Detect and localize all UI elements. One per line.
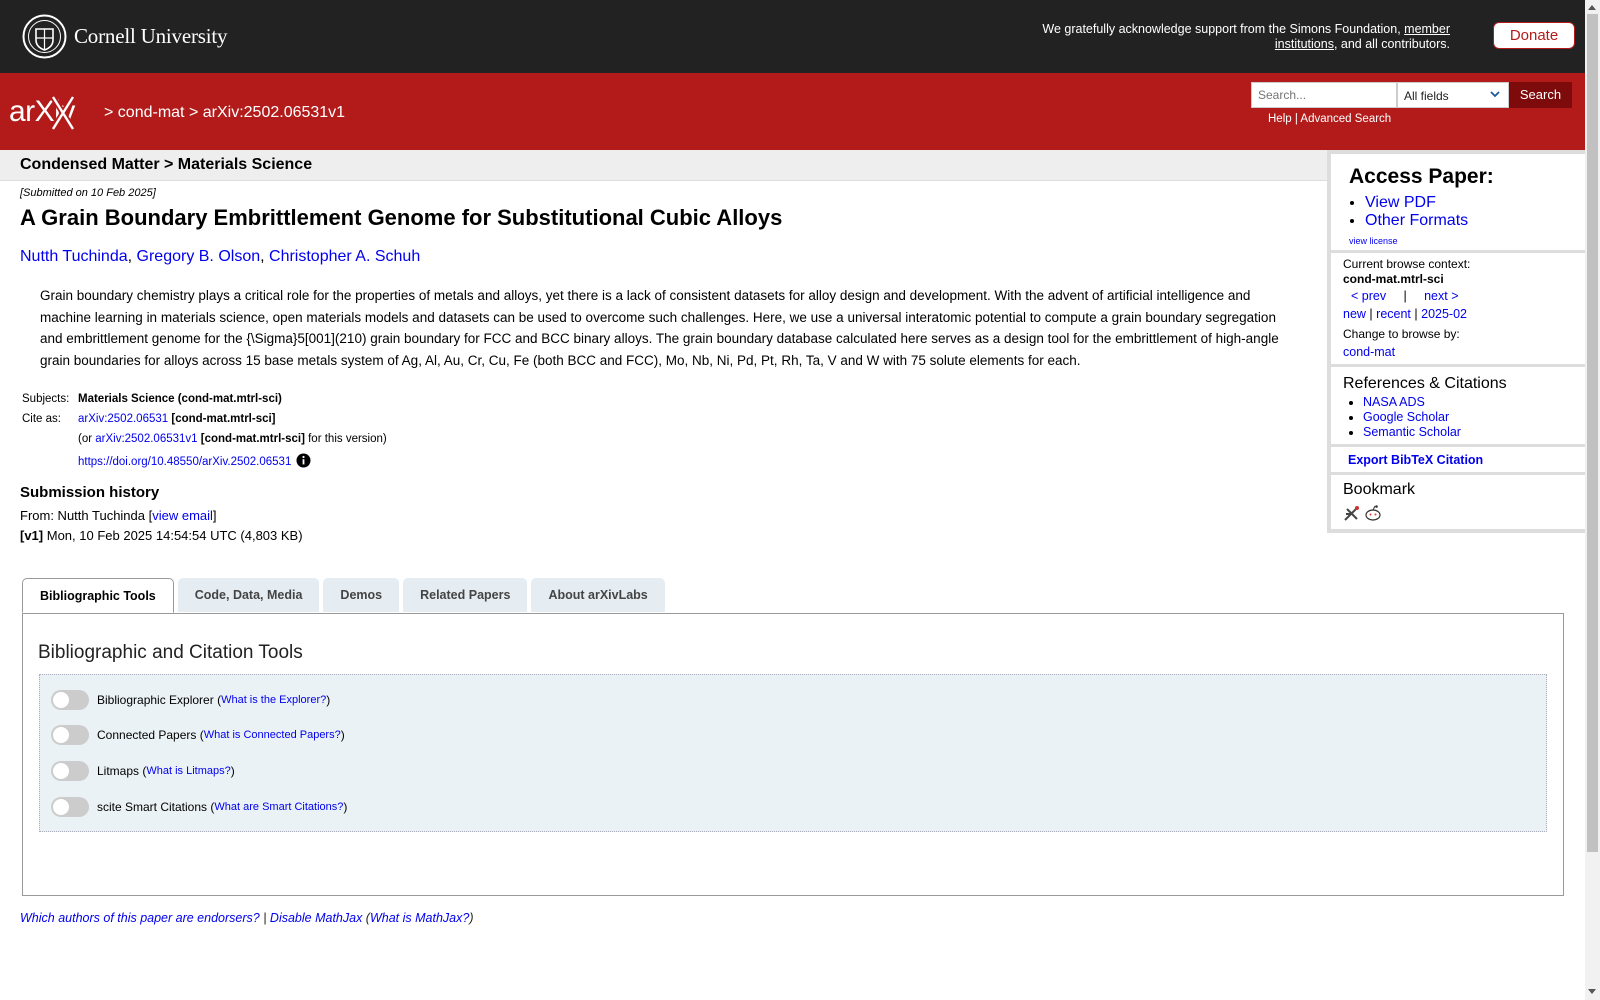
tab-about-arxivlabs[interactable]: About arXivLabs	[531, 578, 665, 612]
recent-link[interactable]: recent	[1376, 307, 1411, 321]
search-button[interactable]: Search	[1509, 82, 1572, 108]
tab-related-papers[interactable]: Related Papers	[403, 578, 528, 612]
references-box: References & Citations NASA ADS Google S…	[1331, 367, 1585, 444]
cite-label: Cite as:	[22, 413, 61, 425]
advanced-search-link[interactable]: Advanced Search	[1300, 113, 1391, 125]
nasa-ads-link[interactable]: NASA ADS	[1363, 395, 1425, 409]
footer-links: Which authors of this paper are endorser…	[20, 911, 474, 925]
toggle-list: Bibliographic Explorer (What is the Expl…	[39, 674, 1547, 832]
cite-id-link[interactable]: arXiv:2502.06531	[78, 413, 168, 425]
toggle-help-link[interactable]: What are Smart Citations?	[214, 801, 343, 813]
references-title: References & Citations	[1343, 375, 1507, 392]
submission-from: From: Nutth Tuchinda [view email]	[20, 508, 217, 523]
breadcrumb: > cond-mat > arXiv:2502.06531v1	[104, 104, 346, 121]
donate-button[interactable]: Donate	[1493, 22, 1575, 49]
new-link[interactable]: new	[1343, 307, 1366, 321]
prev-link[interactable]: < prev	[1351, 289, 1386, 303]
top-banner: Cornell University We gratefully acknowl…	[0, 0, 1585, 73]
subject-header: Condensed Matter > Materials Science	[0, 150, 1327, 181]
subjects-value: Materials Science (cond-mat.mtrl-sci)	[78, 393, 282, 405]
search-help-links: Help | Advanced Search	[1268, 113, 1392, 125]
other-formats-link[interactable]: Other Formats	[1365, 212, 1468, 229]
page-scrollbar[interactable]	[1585, 0, 1600, 1000]
google-scholar-link[interactable]: Google Scholar	[1363, 410, 1449, 424]
labs-tabs: Bibliographic Tools Code, Data, Media De…	[22, 578, 669, 614]
author-link[interactable]: Gregory B. Olson	[137, 248, 261, 265]
toggle-row: scite Smart Citations (What are Smart Ci…	[51, 795, 347, 819]
breadcrumb-category-link[interactable]: cond-mat	[118, 104, 185, 121]
submission-v1: [v1] Mon, 10 Feb 2025 14:54:54 UTC (4,80…	[20, 528, 303, 543]
what-is-mathjax-link[interactable]: What is MathJax?	[370, 911, 469, 925]
bookmark-title: Bookmark	[1343, 481, 1416, 498]
tab-bibliographic-tools[interactable]: Bibliographic Tools	[22, 578, 174, 613]
cornell-seal-icon	[22, 14, 67, 59]
abstract: Grain boundary chemistry plays a critica…	[40, 288, 1279, 368]
chevron-down-icon	[1490, 91, 1500, 98]
subjects-label: Subjects:	[22, 393, 70, 405]
toggle-row: Connected Papers (What is Connected Pape…	[51, 723, 345, 747]
connected-papers-toggle[interactable]	[51, 725, 89, 745]
toggle-help-link[interactable]: What is Connected Papers?	[204, 729, 341, 741]
access-paper-box: Access Paper: View PDF Other Formats vie…	[1331, 154, 1585, 250]
disable-mathjax-link[interactable]: Disable MathJax	[270, 911, 362, 925]
export-bibtex-link[interactable]: Export BibTeX Citation	[1348, 453, 1483, 467]
toggle-row: Litmaps (What is Litmaps?)	[51, 759, 235, 783]
version-id-link[interactable]: arXiv:2502.06531v1	[95, 433, 197, 445]
view-license-link[interactable]: view license	[1349, 236, 1398, 246]
tab-panel: Bibliographic and Citation Tools Bibliog…	[22, 613, 1564, 896]
doi-link[interactable]: https://doi.org/10.48550/arXiv.2502.0653…	[78, 456, 291, 468]
view-pdf-link[interactable]: View PDF	[1365, 194, 1436, 211]
access-paper-title: Access Paper:	[1349, 165, 1494, 188]
toggle-help-link[interactable]: What is the Explorer?	[221, 694, 326, 706]
cornell-logo-link[interactable]: Cornell University	[22, 14, 227, 59]
author-link[interactable]: Christopher A. Schuh	[269, 248, 420, 265]
help-link[interactable]: Help	[1268, 113, 1292, 125]
export-box: Export BibTeX Citation	[1331, 447, 1585, 472]
subject-title: Condensed Matter > Materials Science	[20, 156, 313, 173]
next-link[interactable]: next >	[1424, 289, 1458, 303]
submission-history-title: Submission history	[20, 484, 160, 501]
scroll-up-icon[interactable]	[1588, 5, 1596, 10]
breadcrumb-paper-id: arXiv:2502.06531v1	[202, 104, 346, 121]
scite-toggle[interactable]	[51, 797, 89, 817]
bibliographic-explorer-toggle[interactable]	[51, 690, 89, 710]
change-browse-link[interactable]: cond-mat	[1343, 345, 1395, 359]
view-email-link[interactable]: view email	[152, 508, 213, 523]
scroll-down-icon[interactable]	[1588, 989, 1596, 994]
scroll-thumb[interactable]	[1587, 14, 1598, 852]
tab-code-data-media[interactable]: Code, Data, Media	[177, 578, 320, 612]
search-field-select[interactable]: All fields	[1397, 82, 1509, 108]
paper-title: A Grain Boundary Embrittlement Genome fo…	[20, 205, 783, 230]
arxiv-logo[interactable]: arXiv	[9, 91, 101, 133]
reddit-icon[interactable]	[1364, 504, 1382, 522]
tab-demos[interactable]: Demos	[323, 578, 400, 612]
author-list: Nutth Tuchinda, Gregory B. Olson, Christ…	[20, 248, 421, 265]
sidebar: Access Paper: View PDF Other Formats vie…	[1327, 150, 1585, 533]
bibsonomy-icon[interactable]	[1343, 504, 1361, 522]
acknowledgement-text: We gratefully acknowledge support from t…	[1042, 22, 1450, 51]
submission-date: [Submitted on 10 Feb 2025]	[20, 187, 156, 199]
browse-context-box: Current browse context: cond-mat.mtrl-sc…	[1331, 253, 1585, 364]
search-input[interactable]	[1251, 82, 1397, 108]
panel-title: Bibliographic and Citation Tools	[38, 642, 303, 663]
cornell-name: Cornell University	[74, 24, 228, 48]
toggle-help-link[interactable]: What is Litmaps?	[146, 765, 230, 777]
month-link[interactable]: 2025-02	[1421, 307, 1467, 321]
toggle-row: Bibliographic Explorer (What is the Expl…	[51, 688, 330, 712]
bookmark-box: Bookmark	[1331, 475, 1585, 529]
context-value: cond-mat.mtrl-sci	[1343, 272, 1444, 286]
litmaps-toggle[interactable]	[51, 761, 89, 781]
arxiv-header: arXiv > cond-mat > arXiv:2502.06531v1 Al…	[0, 73, 1585, 150]
author-link[interactable]: Nutth Tuchinda	[20, 248, 128, 265]
semantic-scholar-link[interactable]: Semantic Scholar	[1363, 425, 1461, 439]
endorsers-link[interactable]: Which authors of this paper are endorser…	[20, 911, 260, 925]
info-icon[interactable]	[296, 453, 311, 468]
